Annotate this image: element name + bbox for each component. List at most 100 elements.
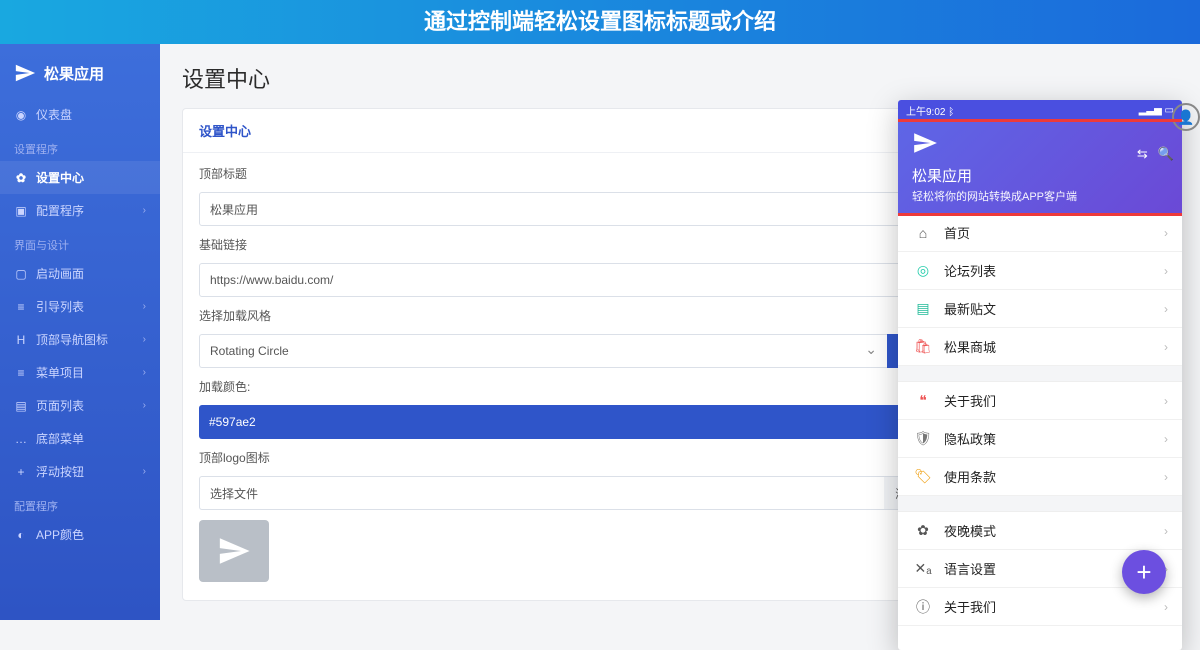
menu-item-icon: ⓘ bbox=[912, 597, 934, 617]
brand-label: 松果应用 bbox=[44, 63, 104, 84]
sidebar-item-icon: ✿ bbox=[14, 171, 28, 185]
sidebar-item-label: 浮动按钮 bbox=[36, 463, 84, 480]
menu-item-icon: ✿ bbox=[912, 522, 934, 539]
sidebar-item[interactable]: … 底部菜单 bbox=[0, 422, 160, 455]
phone-menu-item[interactable]: 🛍 松果商城 › bbox=[898, 328, 1182, 366]
sidebar-item[interactable]: H 顶部导航图标 › bbox=[0, 323, 160, 356]
sidebar-item-icon: H bbox=[14, 333, 28, 347]
sidebar-item-icon: … bbox=[14, 432, 28, 446]
top-title-input[interactable] bbox=[199, 192, 931, 226]
share-icon[interactable]: ⇆ bbox=[1137, 146, 1148, 162]
sidebar-item[interactable]: ▤ 页面列表 › bbox=[0, 389, 160, 422]
phone-title: 松果应用 bbox=[912, 165, 1168, 186]
logo-placeholder bbox=[199, 520, 269, 582]
sidebar-item[interactable]: ≡ 引导列表 › bbox=[0, 290, 160, 323]
sidebar-item-icon: ▣ bbox=[14, 204, 28, 218]
menu-item-label: 隐私政策 bbox=[944, 429, 996, 448]
menu-item-icon: ▤ bbox=[912, 300, 934, 317]
sidebar-item-label: 菜单项目 bbox=[36, 364, 84, 381]
sidebar-item-icon: ≡ bbox=[14, 300, 28, 314]
chevron-right-icon: › bbox=[143, 466, 146, 477]
sidebar-item-label: APP颜色 bbox=[36, 526, 84, 543]
chevron-right-icon: › bbox=[143, 400, 146, 411]
chevron-right-icon: › bbox=[1164, 340, 1168, 354]
file-input[interactable] bbox=[199, 476, 884, 510]
menu-item-icon: ❝ bbox=[912, 392, 934, 409]
sidebar-item-label: 引导列表 bbox=[36, 298, 84, 315]
chevron-right-icon: › bbox=[1164, 302, 1168, 316]
phone-subtitle: 轻松将你的网站转换成APP客户端 bbox=[912, 188, 1168, 204]
sidebar-item[interactable]: +浮动按钮› bbox=[0, 455, 160, 488]
phone-menu-item[interactable]: ✿ 夜晚模式 › bbox=[898, 512, 1182, 550]
sidebar-item[interactable]: ✿ 设置中心 bbox=[0, 161, 160, 194]
avatar-icon[interactable]: 👤 bbox=[1172, 103, 1200, 131]
plane-icon bbox=[217, 534, 251, 568]
base-link-input[interactable] bbox=[199, 263, 931, 297]
chevron-right-icon: › bbox=[143, 367, 146, 378]
chevron-right-icon: › bbox=[143, 334, 146, 345]
sidebar-item-label: 页面列表 bbox=[36, 397, 84, 414]
separator bbox=[898, 366, 1182, 382]
phone-status-bar: 上午9:02 ᛒ ▂▃▅ ▭ bbox=[898, 100, 1182, 120]
sidebar-item-icon: ▤ bbox=[14, 399, 28, 413]
phone-menu-item[interactable]: ◎ 论坛列表 › bbox=[898, 252, 1182, 290]
plane-icon bbox=[14, 62, 36, 84]
chevron-right-icon: › bbox=[1164, 470, 1168, 484]
menu-item-icon: ⌂ bbox=[912, 225, 934, 241]
base-link-label: 基础链接 bbox=[199, 236, 931, 253]
menu-item-icon: 🛍 bbox=[912, 338, 934, 355]
sidebar-item-label: 底部菜单 bbox=[36, 430, 84, 447]
phone-menu-item[interactable]: ▤ 最新贴文 › bbox=[898, 290, 1182, 328]
sidebar-item-label: 配置程序 bbox=[36, 202, 84, 219]
page-title: 设置中心 bbox=[182, 62, 1178, 94]
chevron-right-icon: › bbox=[1164, 600, 1168, 614]
load-style-select[interactable] bbox=[199, 334, 887, 368]
load-color-input[interactable]: #597ae2 bbox=[199, 405, 887, 439]
sidebar-item[interactable]: ▣配置程序› bbox=[0, 194, 160, 227]
phone-menu-item[interactable]: ❝ 关于我们 › bbox=[898, 382, 1182, 420]
sidebar-item-icon: ◉ bbox=[14, 108, 28, 122]
sidebar-item-icon: ◐ bbox=[14, 528, 28, 542]
chevron-right-icon: › bbox=[1164, 394, 1168, 408]
signal-icon: ▂▃▅ ▭ bbox=[1139, 105, 1174, 116]
menu-item-icon: 🛡 bbox=[912, 430, 934, 447]
separator bbox=[898, 496, 1182, 512]
top-banner: 通过控制端轻松设置图标标题或介绍 bbox=[0, 0, 1200, 44]
phone-menu-item[interactable]: 🏷使用条款› bbox=[898, 458, 1182, 496]
plane-icon bbox=[912, 130, 938, 156]
sidebar-item-label: 设置中心 bbox=[36, 169, 84, 186]
chevron-right-icon: › bbox=[143, 301, 146, 312]
top-title-label: 顶部标题 bbox=[199, 165, 931, 182]
load-style-label: 选择加载风格 bbox=[199, 307, 931, 324]
phone-header: 松果应用 轻松将你的网站转换成APP客户端 ⇆ 🔍 bbox=[898, 120, 1182, 214]
sidebar-item-icon: ≡ bbox=[14, 366, 28, 380]
chevron-right-icon: › bbox=[1164, 524, 1168, 538]
menu-item-label: 语言设置 bbox=[944, 559, 996, 578]
load-color-label: 加载颜色: bbox=[199, 378, 931, 395]
sidebar-group: 设置程序 bbox=[0, 131, 160, 161]
menu-item-label: 松果商城 bbox=[944, 337, 996, 356]
menu-item-icon: 🏷 bbox=[912, 468, 934, 485]
phone-menu-item[interactable]: ⌂首页› bbox=[898, 214, 1182, 252]
sidebar-item[interactable]: ▢启动画面 bbox=[0, 257, 160, 290]
brand[interactable]: 松果应用 bbox=[0, 54, 160, 98]
sidebar-item[interactable]: ◐ APP颜色 bbox=[0, 518, 160, 551]
sidebar-item[interactable]: ≡ 菜单项目 › bbox=[0, 356, 160, 389]
sidebar-item[interactable]: ◉ 仪表盘 bbox=[0, 98, 160, 131]
menu-item-label: 关于我们 bbox=[944, 391, 996, 410]
fab-button[interactable]: + bbox=[1122, 550, 1166, 594]
menu-item-label: 夜晚模式 bbox=[944, 521, 996, 540]
chevron-right-icon: › bbox=[1164, 264, 1168, 278]
sidebar-item-label: 顶部导航图标 bbox=[36, 331, 108, 348]
menu-item-label: 论坛列表 bbox=[944, 261, 996, 280]
sidebar-group: 配置程序 bbox=[0, 488, 160, 518]
search-icon[interactable]: 🔍 bbox=[1158, 146, 1174, 162]
menu-item-icon: ✕ₐ bbox=[912, 560, 934, 577]
menu-item-icon: ◎ bbox=[912, 262, 934, 279]
sidebar-item-label: 仪表盘 bbox=[36, 106, 72, 123]
phone-menu-item[interactable]: 🛡隐私政策› bbox=[898, 420, 1182, 458]
menu-item-label: 关于我们 bbox=[944, 597, 996, 616]
menu-item-label: 最新贴文 bbox=[944, 299, 996, 318]
top-logo-label: 顶部logo图标 bbox=[199, 449, 931, 466]
sidebar-group: 界面与设计 bbox=[0, 227, 160, 257]
